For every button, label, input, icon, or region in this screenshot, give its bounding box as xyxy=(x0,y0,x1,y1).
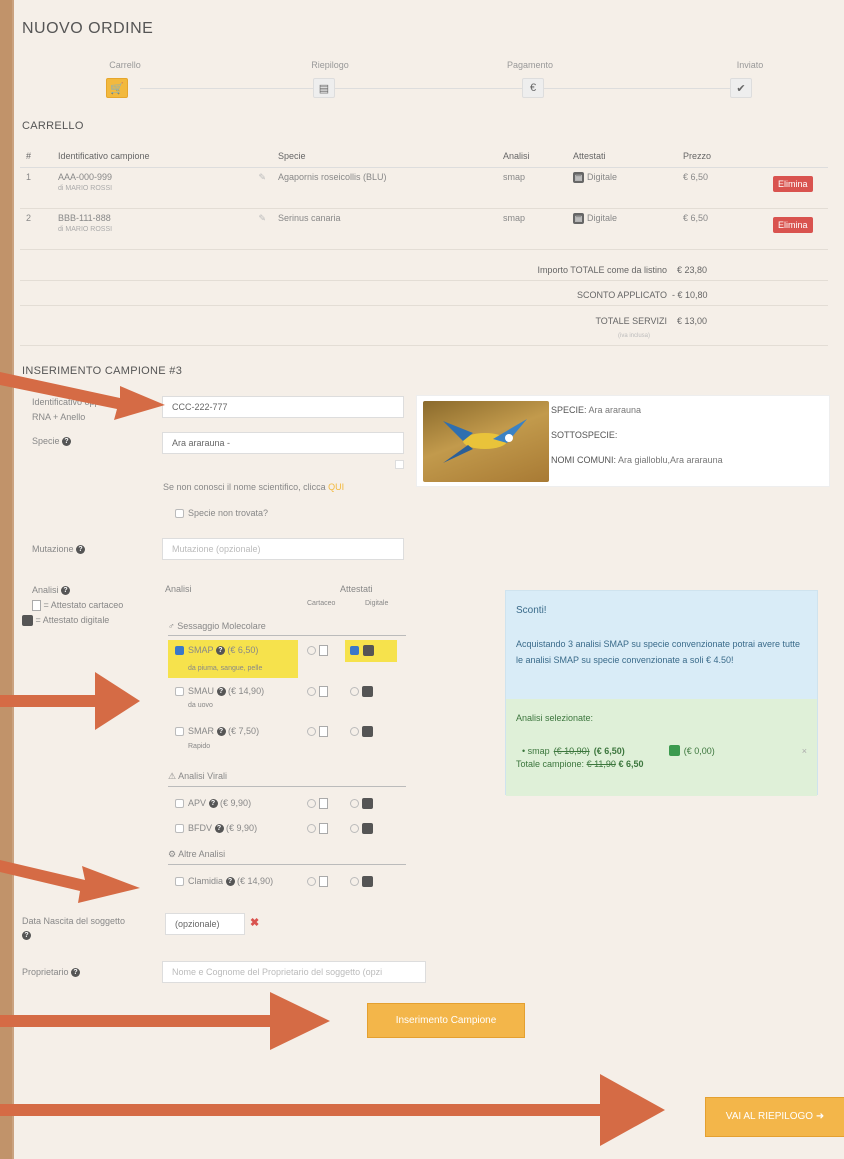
annotation-arrows xyxy=(0,372,665,1146)
arrow-3 xyxy=(0,860,140,903)
arrow-1 xyxy=(0,372,165,420)
arrow-4 xyxy=(0,992,330,1050)
arrow-5 xyxy=(0,1074,665,1146)
arrow-2 xyxy=(0,672,140,730)
